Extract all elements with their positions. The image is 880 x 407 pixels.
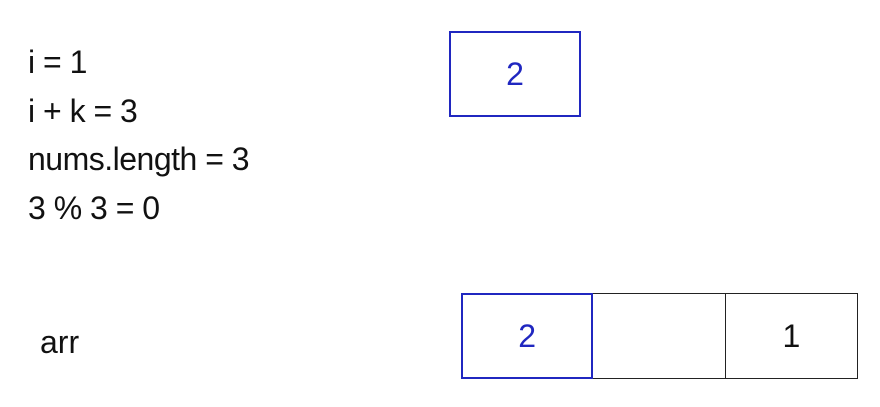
array-cell-value: 1: [782, 317, 801, 354]
equation-line: nums.length = 3: [28, 141, 250, 177]
array-row: 2 1: [461, 293, 858, 379]
array-cell-value: 2: [518, 317, 537, 354]
equation-line: 3 % 3 = 0: [28, 189, 160, 226]
equation-line: i + k = 3: [28, 92, 138, 129]
equation-line: i = 1: [28, 44, 87, 80]
array-cell: 2: [461, 293, 594, 379]
array-label: arr: [40, 324, 80, 360]
array-cell: [593, 293, 726, 379]
equation-list: i = 1 i + k = 3 nums.length = 3 3 % 3 = …: [28, 38, 250, 232]
current-value: 2: [506, 55, 524, 92]
current-value-box: 2: [449, 31, 581, 117]
array-cell: 1: [725, 293, 858, 379]
